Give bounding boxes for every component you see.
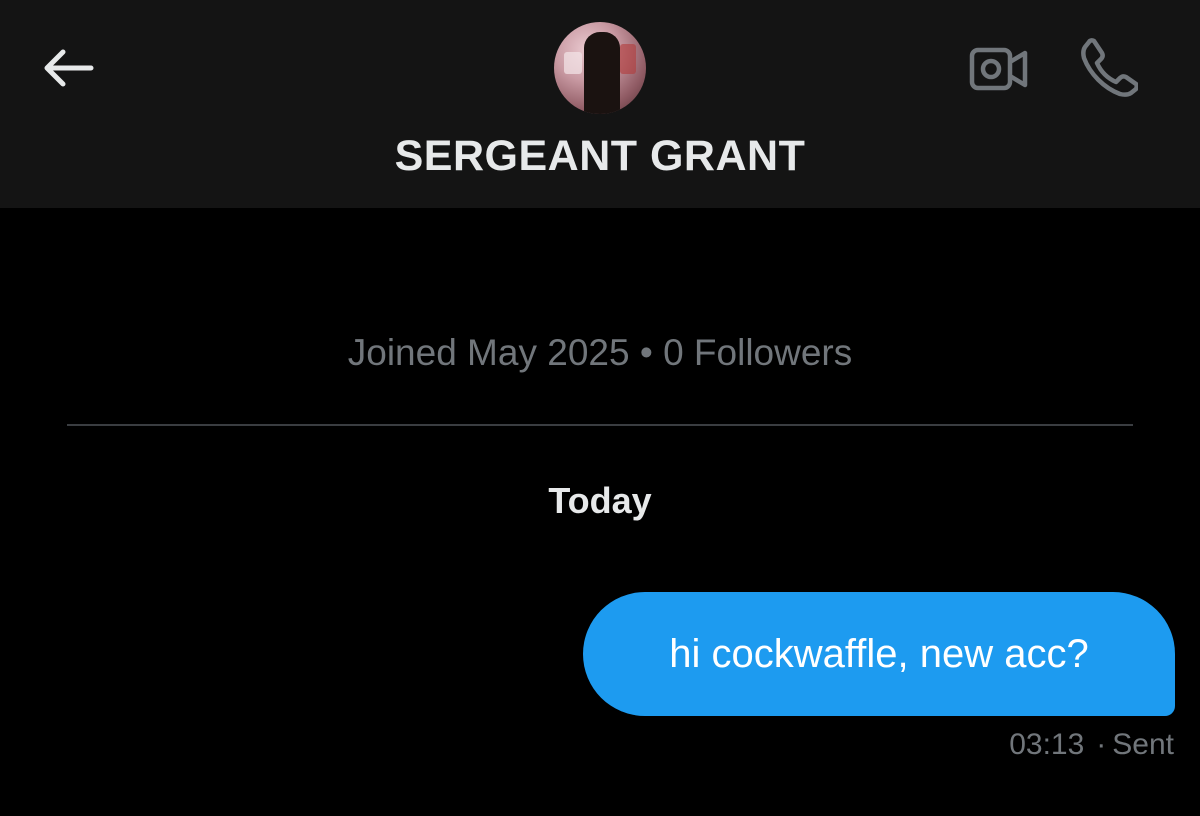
profile-meta: Joined May 2025 • 0 Followers: [347, 332, 853, 373]
message-status: Sent: [1112, 728, 1174, 761]
avatar-detail: [564, 52, 582, 74]
contact-name[interactable]: SERGEANT GRANT: [0, 132, 1200, 181]
avatar[interactable]: [554, 22, 646, 114]
video-call-button[interactable]: [966, 40, 1032, 98]
divider: [67, 424, 1133, 426]
back-button[interactable]: [36, 38, 100, 98]
message-time: 03:13: [1009, 728, 1085, 761]
avatar-detail: [620, 44, 636, 74]
date-separator: Today: [548, 480, 652, 521]
arrow-left-icon: [44, 49, 94, 87]
meta-separator: ·: [1096, 728, 1107, 761]
voice-call-button[interactable]: [1076, 36, 1142, 98]
video-camera-icon: [969, 47, 1028, 91]
message-bubble[interactable]: hi cockwaffle, new acc?: [583, 592, 1175, 716]
avatar-figure: [584, 32, 620, 114]
phone-icon: [1081, 38, 1138, 97]
message-meta: 03:13 · Sent: [1009, 728, 1174, 762]
chat-header: SERGEANT GRANT: [0, 0, 1200, 208]
message-text: hi cockwaffle, new acc?: [669, 631, 1089, 676]
